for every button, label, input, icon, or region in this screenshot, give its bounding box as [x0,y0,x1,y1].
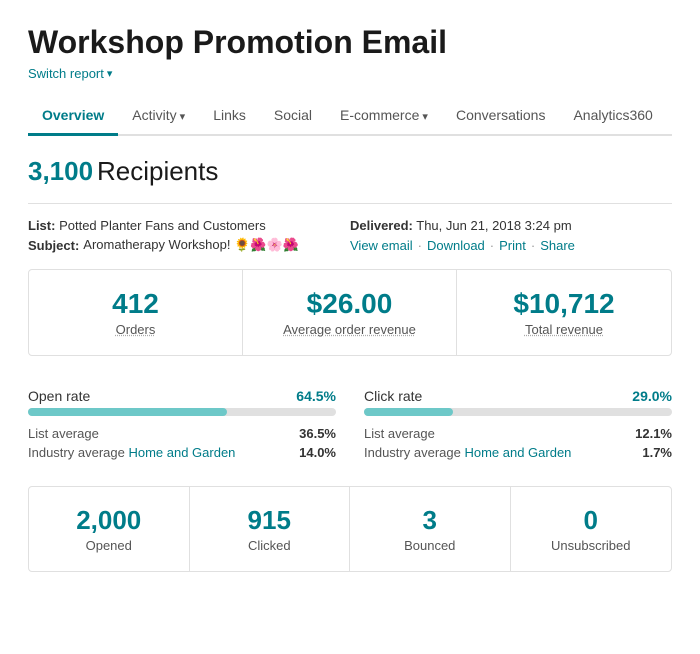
industry-val-0: 14.0% [299,445,336,460]
list-avg-val-0: 36.5% [299,426,336,441]
print-link[interactable]: Print [499,238,526,253]
sep3: · [531,238,535,253]
bottom-stats: 2,000 Opened 915 Clicked 3 Bounced 0 Uns… [28,486,672,572]
bottom-stat-label-3: Unsubscribed [525,538,658,553]
bottom-stat-value-2: 3 [364,505,496,536]
subject-label: Subject: [28,238,79,253]
email-actions: View email · Download · Print · Share [350,237,672,253]
rate-list-avg-0: List average 36.5% [28,426,336,441]
sep1: · [418,238,422,253]
nav-item-social[interactable]: Social [260,97,326,136]
nav-item-activity[interactable]: Activity [118,97,199,136]
rate-industry-avg-0: Industry average Home and Garden 14.0% [28,445,336,460]
list-avg-label-1: List average [364,426,435,441]
meta-section: List: Potted Planter Fans and Customers … [28,218,672,253]
rate-bar-fill-0 [28,408,227,416]
rate-percent-0: 64.5% [296,388,336,404]
stat-value-1: $26.00 [259,288,440,320]
rate-title-0: Open rate [28,388,90,404]
rate-list-avg-1: List average 12.1% [364,426,672,441]
stat-card-1: $26.00 Average order revenue [243,270,457,355]
nav-item-analytics360[interactable]: Analytics360 [559,97,666,136]
list-avg-val-1: 12.1% [635,426,672,441]
page-title: Workshop Promotion Email [28,24,672,61]
nav-item-e-commerce[interactable]: E-commerce [326,97,442,136]
stat-card-0: 412 Orders [29,270,243,355]
bottom-stat-1: 915 Clicked [190,487,351,571]
recipients-section: 3,100 Recipients [28,156,672,187]
stat-card-2: $10,712 Total revenue [457,270,671,355]
bottom-stat-label-1: Clicked [204,538,336,553]
rate-bar-bg-1 [364,408,672,416]
stat-label-2: Total revenue [473,322,655,337]
stat-value-2: $10,712 [473,288,655,320]
industry-label-0: Industry average Home and Garden [28,445,235,460]
nav-item-overview[interactable]: Overview [28,97,118,136]
list-meta: List: Potted Planter Fans and Customers [28,218,350,233]
stats-cards: 412 Orders $26.00 Average order revenue … [28,269,672,356]
bottom-stat-label-0: Opened [43,538,175,553]
bottom-stat-value-1: 915 [204,505,336,536]
bottom-stat-value-0: 2,000 [43,505,175,536]
industry-label-1: Industry average Home and Garden [364,445,571,460]
bottom-stat-label-2: Bounced [364,538,496,553]
recipients-count: 3,100 [28,156,93,186]
stat-label-0: Orders [45,322,226,337]
rate-title-1: Click rate [364,388,422,404]
bottom-stat-0: 2,000 Opened [29,487,190,571]
divider [28,203,672,204]
rates-section: Open rate 64.5% List average 36.5% Indus… [28,388,672,464]
industry-val-1: 1.7% [642,445,672,460]
list-avg-label-0: List average [28,426,99,441]
industry-link-0[interactable]: Home and Garden [128,445,235,460]
bottom-stat-value-3: 0 [525,505,658,536]
subject-meta: Subject: Aromatherapy Workshop! 🌻🌺🌸🌺 [28,237,350,253]
view-email-link[interactable]: View email [350,238,413,253]
rate-block-0: Open rate 64.5% List average 36.5% Indus… [28,388,336,464]
nav-item-links[interactable]: Links [199,97,260,136]
bottom-stat-2: 3 Bounced [350,487,511,571]
list-label: List: [28,218,55,233]
stat-label-1: Average order revenue [259,322,440,337]
rate-industry-avg-1: Industry average Home and Garden 1.7% [364,445,672,460]
delivered-label: Delivered: [350,218,413,233]
rate-block-1: Click rate 29.0% List average 12.1% Indu… [364,388,672,464]
rate-bar-fill-1 [364,408,453,416]
share-link[interactable]: Share [540,238,575,253]
sep2: · [490,238,494,253]
download-link[interactable]: Download [427,238,485,253]
industry-link-1[interactable]: Home and Garden [464,445,571,460]
stat-value-0: 412 [45,288,226,320]
nav-item-conversations[interactable]: Conversations [442,97,560,136]
delivered-meta: Delivered: Thu, Jun 21, 2018 3:24 pm [350,218,672,233]
main-nav: OverviewActivityLinksSocialE-commerceCon… [28,97,672,136]
bottom-stat-3: 0 Unsubscribed [511,487,672,571]
rate-bar-bg-0 [28,408,336,416]
rate-percent-1: 29.0% [632,388,672,404]
switch-report-button[interactable]: Switch report [28,66,112,81]
